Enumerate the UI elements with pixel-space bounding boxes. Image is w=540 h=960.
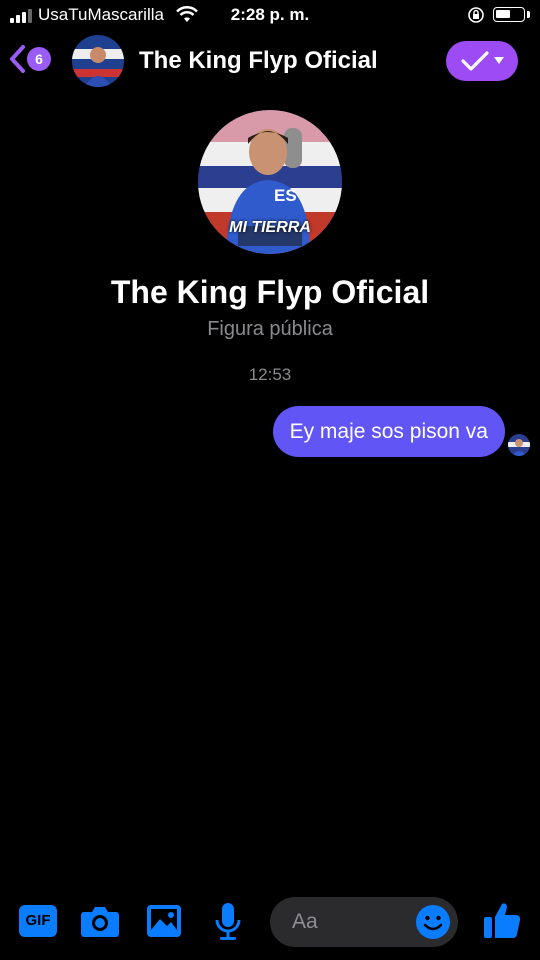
header-avatar[interactable] [72, 35, 124, 87]
chevron-left-icon [10, 45, 25, 73]
profile-avatar[interactable]: ES MI TIERRA [198, 110, 342, 254]
photo-gallery-button[interactable] [146, 904, 182, 943]
camera-button[interactable] [80, 904, 120, 943]
checkmark-dropdown-button[interactable] [446, 41, 518, 81]
like-button[interactable] [482, 900, 522, 945]
caret-down-icon [494, 57, 504, 64]
status-time: 2:28 p. m. [230, 5, 310, 24]
emoji-icon[interactable] [415, 904, 451, 940]
battery-tip [527, 11, 530, 18]
back-button[interactable]: 6 [8, 44, 51, 74]
outgoing-message-bubble[interactable]: Ey maje sos pison va [272, 406, 505, 457]
microphone-icon [215, 903, 241, 940]
message-timestamp: 12:53 [248, 365, 292, 384]
unread-count-badge: 6 [27, 47, 51, 71]
gif-button[interactable]: GIF [18, 904, 58, 943]
status-bar: UsaTuMascarilla 2:28 p. m. [0, 0, 540, 32]
avatar-shirt-text: ES [274, 186, 297, 205]
composer-bar: GIF Aa [0, 890, 540, 956]
gif-label: GIF [25, 912, 51, 929]
avatar-caption: MI TIERRA [229, 219, 311, 236]
like-icon [484, 903, 521, 938]
checkmark-icon [461, 51, 489, 71]
profile-name: The King Flyp Oficial [110, 274, 430, 310]
read-receipt-avatar [508, 434, 530, 456]
image-icon [147, 905, 181, 937]
camera-icon [81, 907, 119, 937]
rotation-lock-icon [468, 7, 484, 23]
header-title[interactable]: The King Flyp Oficial [139, 47, 378, 75]
profile-subtitle: Figura pública [207, 318, 333, 340]
message-input-placeholder: Aa [292, 910, 318, 933]
battery-icon [493, 7, 525, 22]
voice-message-button[interactable] [214, 902, 242, 947]
message-input[interactable]: Aa [270, 897, 458, 947]
conversation-header: 6 The King Flyp Oficial [0, 32, 540, 90]
